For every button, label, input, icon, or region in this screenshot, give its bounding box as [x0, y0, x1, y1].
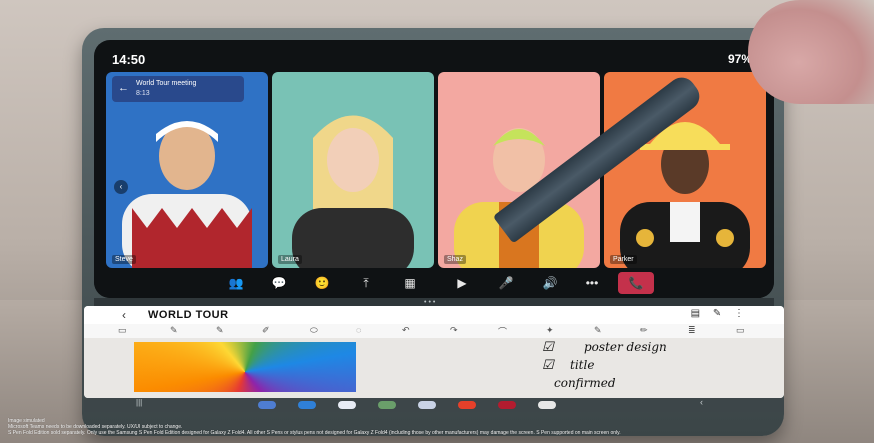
participants-icon[interactable]: 👥: [226, 274, 246, 292]
taskbar-app-icon[interactable]: [378, 401, 396, 409]
back-icon[interactable]: ‹: [700, 397, 703, 407]
more-icon[interactable]: ⋮: [734, 308, 744, 319]
meeting-title: World Tour meeting: [136, 80, 197, 87]
more-options-icon[interactable]: •••: [582, 274, 602, 292]
taskbar-app-icon[interactable]: [458, 401, 476, 409]
tool-icon[interactable]: ⬭: [310, 325, 318, 336]
lower-screen: ‹ WORLD TOUR ▤ ✎ ⋮ ▭ ✎ ✎ ✐ ⬭ ◌ ↶ ↷ ⌒ ✦ ✎…: [84, 306, 784, 398]
tool-icon[interactable]: ✎: [216, 325, 224, 336]
back-arrow-icon[interactable]: ←: [118, 82, 129, 94]
notes-actions: ▤ ✎ ⋮: [681, 308, 744, 319]
tool-icon[interactable]: ✦: [546, 325, 554, 336]
handwriting-line: title: [570, 358, 595, 372]
redo-icon[interactable]: ↷: [450, 325, 458, 336]
pen-toolbar: ▭ ✎ ✎ ✐ ⬭ ◌ ↶ ↷ ⌒ ✦ ✎ ✏ ≣ ▭: [84, 324, 784, 339]
end-call-button[interactable]: 📞: [618, 272, 654, 294]
tool-icon[interactable]: ≣: [688, 325, 696, 336]
participant-name: Shaz: [444, 255, 466, 264]
tool-icon[interactable]: ⌒: [498, 325, 507, 338]
taskbar-app-icon[interactable]: [418, 401, 436, 409]
status-time: 14:50: [112, 52, 146, 67]
call-controls: 👥 💬 🙂 ⤒ ▦ ▶ 🎤 🔊 ••• 📞: [94, 268, 774, 298]
participant-name: Laura: [278, 255, 302, 264]
tool-icon[interactable]: ◌: [356, 325, 361, 335]
handwriting-line: confirmed: [554, 376, 616, 390]
upper-screen: 14:50 97% ← World Tour meeting 8:13 ‹ St…: [94, 40, 774, 298]
recents-icon[interactable]: |||: [136, 398, 142, 407]
person-laura: [292, 115, 414, 268]
tool-icon[interactable]: ✏: [640, 325, 648, 336]
edit-icon[interactable]: ✎: [713, 308, 721, 319]
notes-back-icon[interactable]: ‹: [122, 308, 126, 322]
taskbar-app-icon[interactable]: [258, 401, 276, 409]
taskbar-app-icon[interactable]: [338, 401, 356, 409]
chat-icon[interactable]: 💬: [269, 274, 289, 292]
taskbar-app-icon[interactable]: [298, 401, 316, 409]
tool-icon[interactable]: ▭: [736, 325, 745, 336]
note-canvas[interactable]: ☑ poster design ☑ title confirmed: [84, 338, 784, 398]
checkbox-icon: ☑: [542, 358, 554, 373]
tool-icon[interactable]: ✎: [594, 325, 602, 336]
taskbar-app-icon[interactable]: [538, 401, 556, 409]
disclaimer-line: S Pen Fold Edition sold separately. Only…: [8, 430, 621, 436]
checkbox-icon: ☑: [542, 340, 554, 355]
tool-icon[interactable]: ✎: [170, 325, 178, 336]
tool-icon[interactable]: ▭: [118, 325, 127, 336]
inserted-image[interactable]: [134, 342, 356, 392]
taskbar-app-icon[interactable]: [498, 401, 516, 409]
disclaimer: Image simulated Microsoft Teams needs to…: [8, 418, 868, 436]
split-handle-icon[interactable]: •••: [424, 299, 437, 306]
undo-icon[interactable]: ↶: [402, 325, 410, 336]
speaker-icon[interactable]: 🔊: [540, 274, 560, 292]
finger: [748, 0, 874, 104]
handwriting-line: poster design: [584, 340, 667, 354]
participant-name: Steve: [112, 255, 136, 264]
mic-icon[interactable]: 🎤: [496, 274, 516, 292]
person-steve: [122, 121, 252, 268]
notes-title: WORLD TOUR: [148, 309, 229, 321]
reading-mode-icon[interactable]: ▤: [691, 308, 700, 319]
notes-header: ‹ WORLD TOUR ▤ ✎ ⋮: [84, 306, 784, 324]
apps-icon[interactable]: ▦: [400, 274, 420, 292]
meeting-duration: 8:13: [136, 90, 150, 97]
tool-icon[interactable]: ✐: [262, 325, 270, 336]
participant-tile-steve[interactable]: ← World Tour meeting 8:13 ‹ Steve: [106, 72, 268, 268]
participant-tile-laura[interactable]: Laura: [272, 72, 434, 268]
participant-name: Parker: [610, 255, 637, 264]
share-screen-icon[interactable]: ⤒: [356, 274, 376, 292]
camera-icon[interactable]: ▶: [452, 274, 472, 292]
reactions-icon[interactable]: 🙂: [312, 274, 332, 292]
